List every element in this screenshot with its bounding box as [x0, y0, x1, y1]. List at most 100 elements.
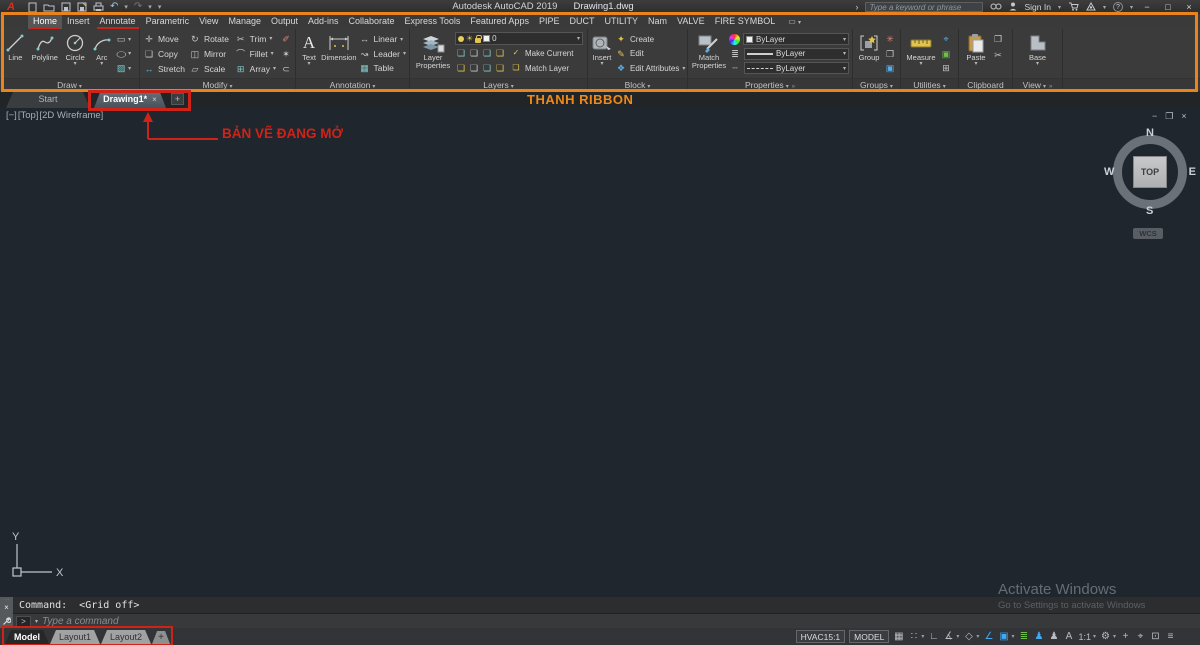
maximize-button[interactable]: □ [1161, 2, 1175, 12]
ribbon-collapse-icon[interactable]: ▭ ▾ [788, 14, 801, 29]
command-close-icon[interactable]: × [4, 603, 9, 612]
edit-block-button[interactable]: ✎Edit [615, 47, 685, 61]
share-dropdown-icon[interactable]: ▾ [1103, 4, 1106, 11]
insert-dropdown-icon[interactable]: ▾ [600, 62, 603, 67]
command-prompt-icon[interactable]: > [16, 616, 31, 627]
annotation-scale-letter-icon[interactable]: A [1063, 630, 1074, 644]
base-button[interactable]: Base ▾ [1023, 31, 1053, 76]
search-collapse-icon[interactable]: › [855, 0, 858, 14]
id-point-button[interactable]: ⌖ [940, 32, 953, 46]
sign-in-button[interactable]: Sign In [1024, 2, 1050, 12]
annotation-visibility-icon[interactable]: ♟ [1033, 630, 1044, 644]
object-color-dropdown[interactable]: ByLayer▾ [743, 33, 849, 45]
isodraft-dropdown-icon[interactable]: ▾ [976, 633, 979, 640]
file-tab-close-icon[interactable]: × [152, 95, 157, 104]
command-input[interactable] [42, 616, 1200, 627]
autocad-logo-icon[interactable]: A [0, 1, 22, 14]
viewcube-east[interactable]: E [1189, 166, 1196, 178]
annotation-monitor-plus-icon[interactable]: + [1120, 630, 1131, 644]
viewcube-top-face[interactable]: TOP [1133, 156, 1167, 188]
text-button[interactable]: A Text ▾ [299, 31, 319, 76]
polar-tracking-icon[interactable]: ∡ [943, 630, 954, 644]
linetype-dropdown[interactable]: ByLayer▾ [744, 62, 849, 74]
hatch-button[interactable]: ▨▾ [115, 61, 136, 75]
tab-utility[interactable]: UTILITY [599, 14, 643, 29]
tab-view[interactable]: View [194, 14, 223, 29]
lineweight-display-icon[interactable]: ≣ [1018, 630, 1029, 644]
layers-panel-label[interactable]: Layers▾ [410, 78, 587, 91]
layer-unlock-icon[interactable]: ❏ [494, 62, 506, 74]
tab-nam[interactable]: Nam [643, 14, 672, 29]
object-snap-tracking-icon[interactable]: ∠ [983, 630, 994, 644]
insert-button[interactable]: Insert ▾ [591, 31, 613, 76]
tab-express-tools[interactable]: Express Tools [400, 14, 466, 29]
viewcube-west[interactable]: W [1104, 166, 1114, 178]
ortho-mode-icon[interactable]: ∟ [928, 630, 939, 644]
tab-home[interactable]: Home [28, 14, 62, 29]
annotation-scale-dropdown-icon[interactable]: ▾ [1093, 633, 1096, 640]
circle-dropdown-icon[interactable]: ▾ [74, 62, 77, 67]
file-tab-start[interactable]: Start [6, 91, 90, 108]
layer-dropdown[interactable]: ☀ 0 ▾ [455, 32, 583, 45]
help-dropdown-icon[interactable]: ▾ [1130, 4, 1133, 11]
new-layout-button[interactable]: + [152, 631, 170, 644]
paste-button[interactable]: Paste ▾ [962, 31, 990, 76]
view-panel-label[interactable]: View▾» [1013, 78, 1062, 91]
scale-button[interactable]: ▱Scale [189, 62, 231, 76]
layer-unisolate-icon[interactable]: ❏ [455, 62, 467, 74]
undo-dropdown-icon[interactable]: ▾ [124, 3, 128, 11]
match-layer-button[interactable]: ❏Match Layer [510, 61, 569, 75]
tab-valve[interactable]: VALVE [672, 14, 710, 29]
arc-dropdown-icon[interactable]: ▾ [100, 62, 103, 67]
close-button[interactable]: × [1182, 2, 1196, 12]
properties-expand-icon[interactable]: » [792, 84, 795, 90]
tab-insert[interactable]: Insert [62, 14, 95, 29]
array-button[interactable]: ⊞Array▾ [235, 62, 276, 76]
recent-commands-icon[interactable]: ▾ [35, 618, 38, 625]
linear-dimension-button[interactable]: ↔Linear▾ [359, 32, 406, 46]
drawing-close-icon[interactable]: × [1181, 111, 1186, 122]
view-expand-icon[interactable]: » [1049, 84, 1052, 90]
match-properties-button[interactable]: Match Properties [691, 31, 727, 76]
rectangle-button[interactable]: ▭▾ [115, 32, 136, 46]
isolate-objects-icon[interactable]: ⌖ [1135, 630, 1146, 644]
new-drawing-tab-button[interactable]: + [171, 93, 184, 105]
layout2-tab[interactable]: Layout2 [101, 630, 151, 644]
modify-panel-label[interactable]: Modify▾ [140, 78, 295, 91]
paste-dropdown-icon[interactable]: ▾ [974, 62, 977, 67]
erase-button[interactable]: ✐ [280, 32, 292, 46]
properties-panel-label[interactable]: Properties▾» [688, 78, 852, 91]
ungroup-button[interactable]: ❐ [884, 47, 897, 61]
stretch-button[interactable]: ↔Stretch [143, 62, 185, 76]
viewport-visual-style-control[interactable]: [2D Wireframe] [39, 110, 103, 121]
layer-off-icon[interactable]: ❏ [455, 47, 467, 59]
make-current-button[interactable]: ✓Make Current [510, 46, 573, 60]
model-space-button[interactable]: MODEL [849, 630, 889, 643]
leader-button[interactable]: ↝Leader▾ [359, 47, 406, 61]
circle-button[interactable]: Circle ▾ [62, 31, 89, 76]
layer-freeze-icon[interactable]: ❏ [481, 47, 493, 59]
groups-panel-label[interactable]: Groups▾ [853, 78, 900, 91]
fillet-button[interactable]: ⌒Fillet▾ [235, 47, 276, 61]
open-file-icon[interactable] [43, 2, 55, 12]
sign-in-dropdown-icon[interactable]: ▾ [1058, 4, 1061, 11]
ellipse-button[interactable]: ◯▾ [115, 47, 136, 61]
workspace-dropdown-icon[interactable]: ▾ [1113, 633, 1116, 640]
quick-calculator-button[interactable]: ⊞ [940, 61, 953, 75]
drawing-minimize-icon[interactable]: − [1152, 111, 1157, 122]
search-input[interactable] [865, 2, 983, 12]
tab-manage[interactable]: Manage [223, 14, 266, 29]
tab-pipe[interactable]: PIPE [534, 14, 565, 29]
trim-button[interactable]: ✂Trim▾ [235, 32, 276, 46]
viewport-minimize-control[interactable]: [−] [6, 110, 17, 121]
block-panel-label[interactable]: Block▾ [588, 78, 687, 91]
tab-add-ins[interactable]: Add-ins [303, 14, 344, 29]
move-button[interactable]: ✛Move [143, 32, 185, 46]
tab-annotate[interactable]: Annotate [95, 14, 141, 29]
object-snap-icon[interactable]: ▣ [998, 630, 1009, 644]
group-edit-button[interactable]: ✳ [884, 32, 897, 46]
osnap-dropdown-icon[interactable]: ▾ [1011, 633, 1014, 640]
measure-dropdown-icon[interactable]: ▾ [919, 62, 922, 67]
qat-customize-icon[interactable]: ▾ [158, 3, 162, 11]
undo-icon[interactable]: ↶ [110, 1, 118, 13]
